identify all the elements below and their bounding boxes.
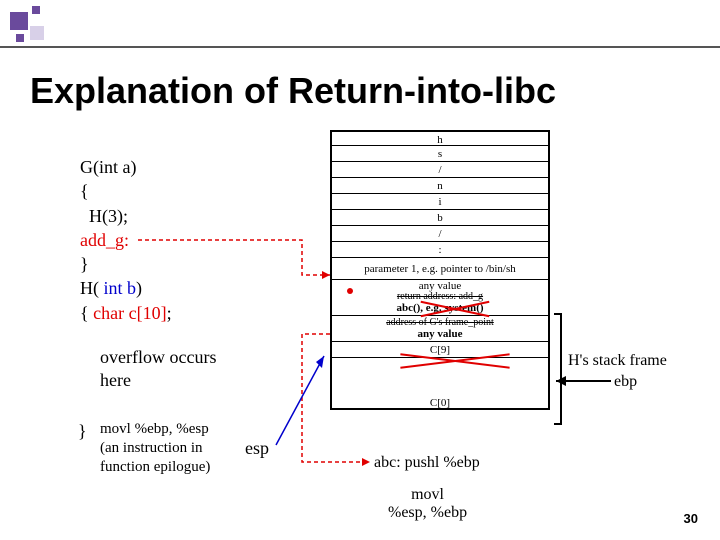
code-line: G(int a) (80, 155, 172, 179)
stack-cell: h (330, 130, 550, 146)
code-line: { char c[10]; (80, 301, 172, 325)
stack-cell: i (330, 194, 550, 210)
slide-decoration (0, 0, 720, 48)
stack-cell-param: parameter 1, e.g. pointer to /bin/sh (330, 258, 550, 280)
stack-cell: s (330, 146, 550, 162)
epilogue-note: } movl %ebp, %esp (an instruction in fun… (100, 420, 210, 476)
code-line: { (80, 179, 172, 203)
page-number: 30 (684, 511, 698, 526)
movl-instruction: movl %esp, %ebp (388, 486, 467, 523)
label-h-frame: H's stack frame (568, 352, 667, 370)
esp-label: esp (245, 438, 269, 459)
stack-cell: n (330, 178, 550, 194)
stack-cell-frame: address of G's frame_point any value (330, 316, 550, 342)
code-line: H( int b) (80, 276, 172, 300)
code-line: } (80, 252, 172, 276)
code-label-addg: add_g: (80, 228, 172, 252)
label-ebp: ebp (614, 373, 637, 391)
title-underline (0, 46, 720, 48)
page-title: Explanation of Return-into-libc (30, 70, 556, 112)
stack-cell: b (330, 210, 550, 226)
abc-instruction: abc: pushl %ebp (374, 454, 480, 472)
cross-out-icon (420, 300, 490, 316)
code-line: H(3); (80, 204, 172, 228)
stack-diagram: h s / n i b / : parameter 1, e.g. pointe… (330, 130, 550, 410)
stack-cell: : (330, 242, 550, 258)
stack-cell: / (330, 226, 550, 242)
anchor-dot-icon (347, 288, 353, 294)
overflow-note: overflow occurs here (100, 346, 216, 393)
cross-out-icon (400, 353, 510, 367)
code-listing: G(int a) { H(3); add_g: } H( int b) { ch… (80, 155, 172, 325)
stack-cell: / (330, 162, 550, 178)
bracket-icon (554, 313, 562, 425)
